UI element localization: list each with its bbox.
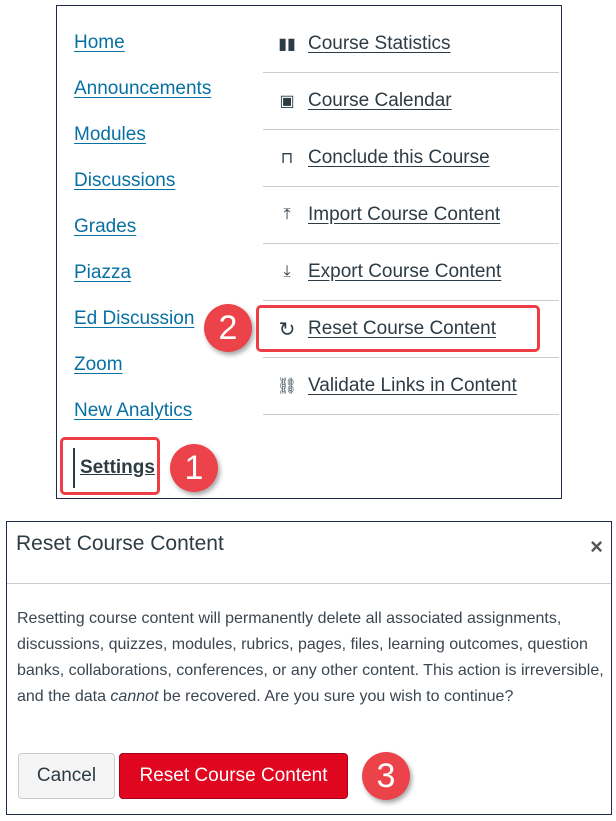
action-label: Course Calendar [308,90,452,111]
nav-piazza[interactable]: Piazza [74,262,131,284]
nav-announcements[interactable]: Announcements [74,78,211,100]
message-emphasis: cannot [110,688,159,705]
course-nav-panel: Home Announcements Modules Discussions G… [56,5,562,499]
sidebar-actions: ▮▮ Course Statistics ▣ Course Calendar ⊓ Co… [263,16,559,415]
nav-new-analytics[interactable]: New Analytics [74,400,192,422]
cancel-button[interactable]: Cancel [18,753,115,799]
download-icon: ⤓ [283,263,291,280]
dialog-message: Resetting course content will permanentl… [17,606,607,710]
link-icon: ⛓ [276,378,298,395]
action-label: Import Course Content [308,204,501,225]
action-validate-links[interactable]: ⛓ Validate Links in Content [263,358,559,415]
bar-chart-icon: ▮▮ [278,36,296,53]
action-course-statistics[interactable]: ▮▮ Course Statistics [263,16,559,73]
action-export-content[interactable]: ⤓ Export Course Content [263,244,559,301]
action-label: Course Statistics [308,33,451,54]
action-conclude-course[interactable]: ⊓ Conclude this Course [263,130,559,187]
action-label: Validate Links in Content [308,375,517,396]
lock-icon: ⊓ [280,150,294,167]
action-label: Conclude this Course [308,147,490,168]
nav-zoom[interactable]: Zoom [74,354,123,376]
nav-grades[interactable]: Grades [74,216,136,238]
step-badge-1: 1 [170,444,218,492]
close-icon[interactable]: × [590,534,603,560]
action-import-content[interactable]: ⤒ Import Course Content [263,187,559,244]
step-badge-2: 2 [204,304,252,352]
message-text: be recovered. Are you sure you wish to c… [158,688,514,705]
nav-home[interactable]: Home [74,32,125,54]
reset-dialog: Reset Course Content × Resetting course … [6,521,612,815]
action-label: Export Course Content [308,261,502,282]
step-badge-3: 3 [362,752,410,800]
action-course-calendar[interactable]: ▣ Course Calendar [263,73,559,130]
nav-discussions[interactable]: Discussions [74,170,175,192]
upload-icon: ⤒ [283,206,291,223]
highlight-reset [256,305,540,352]
dialog-header: Reset Course Content × [7,522,611,584]
nav-modules[interactable]: Modules [74,124,146,146]
dialog-title: Reset Course Content [16,532,224,555]
reset-course-content-button[interactable]: Reset Course Content [119,753,348,799]
highlight-settings [60,437,160,495]
calendar-icon: ▣ [279,93,295,110]
nav-ed-discussion[interactable]: Ed Discussion [74,308,194,330]
